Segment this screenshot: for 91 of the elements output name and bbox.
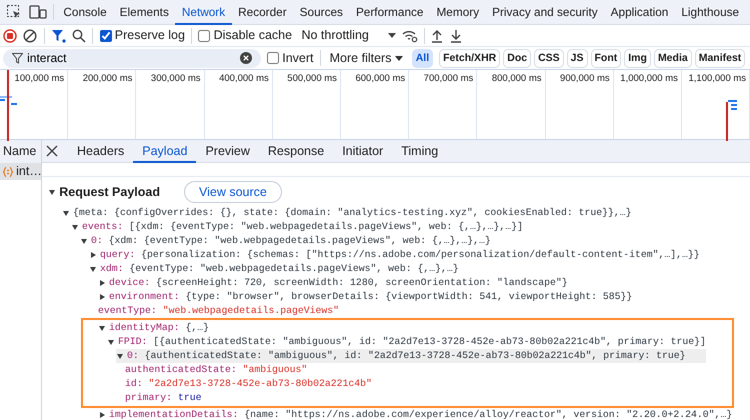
- tree-entry[interactable]: xdm: {eventType: "web.webpagedetails.pageViews", web: {,…},…}: [100, 262, 459, 276]
- detail-tab[interactable]: Timing: [392, 140, 448, 162]
- timeline-tick-label: 200,000 ms: [82, 73, 132, 84]
- panel-tab[interactable]: Privacy and security: [486, 0, 604, 24]
- type-filter-chip[interactable]: All: [412, 48, 434, 68]
- detail-tab[interactable]: Headers: [68, 140, 134, 162]
- timeline-tick-label: 400,000 ms: [219, 73, 269, 84]
- tree-entry[interactable]: device: {screenHeight: 720, screenWidth: 1280, screenOrientation: "landscape"}: [109, 276, 568, 290]
- timeline-tick-label: 1,100,000 ms: [688, 73, 746, 84]
- filter-icon: [12, 52, 24, 64]
- upload-icon[interactable]: [431, 28, 444, 42]
- tree-entry[interactable]: implementationDetails: {name: "https://ns.adobe.com/experience/alloy/reactor", version: "2.20.0+2.24.0",…}: [109, 408, 732, 420]
- timeline-tick-label: 600,000 ms: [355, 73, 406, 84]
- filter-field[interactable]: interact: [3, 48, 262, 68]
- more-filters-dropdown[interactable]: More filters: [330, 48, 403, 68]
- type-filter-chip[interactable]: Doc: [503, 48, 532, 68]
- tree-entry: eventType: "web.webpagedetails.pageViews": [98, 304, 340, 318]
- column-header: Name: [0, 140, 41, 163]
- panel-tab[interactable]: Application: [604, 0, 675, 24]
- tree-entry[interactable]: {meta: {configOverrides: {}, state: {domain: "analytics-testing.xyz", cookiesEnabled: true}},…}: [73, 206, 632, 220]
- panel-tab[interactable]: Network: [175, 0, 232, 24]
- caret-icon[interactable]: [117, 354, 123, 358]
- panel-tab[interactable]: Performance: [349, 0, 430, 24]
- panel-tab[interactable]: Recorder: [232, 0, 294, 24]
- device-toolbar-icon[interactable]: [28, 4, 46, 20]
- detail-tab[interactable]: Preview: [196, 140, 259, 162]
- timeline-tick-label: 700,000 ms: [424, 73, 474, 84]
- panel-tab[interactable]: Lighthouse: [674, 0, 746, 24]
- type-filter-chip[interactable]: Fetch/XHR: [439, 48, 500, 68]
- caret-icon[interactable]: [63, 210, 69, 216]
- tree-entry[interactable]: events: [{xdm: {eventType: "web.webpagedetails.pageViews", web: {,…},…},…}]: [82, 220, 523, 234]
- checkbox-label: Preserve log: [114, 27, 185, 44]
- load-event-line: [7, 70, 9, 141]
- tree-entry[interactable]: query: {personalization: {schemas: ["https://ns.adobe.com/personalization/default-content-item",…],…}}: [100, 248, 700, 262]
- caret-icon[interactable]: [91, 252, 96, 258]
- tree-entry: primary: true: [125, 391, 202, 405]
- panel-tab[interactable]: Console: [56, 0, 114, 24]
- detail-tab[interactable]: Payload: [133, 140, 196, 162]
- type-filter-chip[interactable]: CSS: [534, 48, 564, 68]
- filter-icon[interactable]: [50, 28, 66, 42]
- clear-field-icon[interactable]: [240, 52, 252, 64]
- request-bars-drawing: [0, 96, 17, 105]
- tree-entry: authenticatedState: "ambiguous": [125, 363, 308, 377]
- download-icon[interactable]: [450, 28, 462, 42]
- detail-tab[interactable]: Initiator: [333, 140, 392, 162]
- timeline-tick-label: 1,000,000 ms: [620, 73, 678, 84]
- caret-icon[interactable]: [81, 238, 87, 244]
- type-filter-chip[interactable]: JS: [566, 48, 588, 68]
- request-row[interactable]: int…: [0, 163, 41, 180]
- type-filter-chip[interactable]: Manifest: [694, 48, 746, 68]
- dropdown-caret-icon: [394, 56, 403, 60]
- caret-icon[interactable]: [100, 294, 105, 300]
- caret-icon[interactable]: [100, 280, 105, 286]
- tree-entry[interactable]: identityMap: {,…}: [109, 321, 209, 335]
- view-source-button[interactable]: View source: [184, 180, 282, 204]
- type-filter-chip[interactable]: Font: [590, 48, 622, 68]
- timeline-tick-label: 800,000 ms: [492, 73, 542, 84]
- checkbox-label: Invert: [282, 50, 314, 67]
- panel-tab[interactable]: Elements: [113, 0, 176, 24]
- network-conditions-icon[interactable]: [402, 28, 418, 42]
- panel-tab[interactable]: Sources: [293, 0, 350, 24]
- tree-entry[interactable]: FPID: [{authenticatedState: "ambiguous", id: "2a2d7e13-3728-452e-ab73-80b02a221c4b", primary: true}]: [118, 335, 706, 349]
- checkbox[interactable]: [100, 30, 112, 42]
- record-stop-icon[interactable]: [3, 28, 18, 42]
- caret-icon[interactable]: [100, 412, 105, 418]
- caret-icon[interactable]: [99, 326, 105, 330]
- dropdown-caret-icon: [388, 33, 396, 38]
- inspect-icon[interactable]: [6, 4, 22, 20]
- request-bars-drawing: [728, 100, 737, 110]
- type-filter-chip[interactable]: Img: [624, 48, 651, 68]
- panel-tab[interactable]: Memory: [430, 0, 486, 24]
- caret-icon[interactable]: [90, 266, 96, 272]
- tree-entry[interactable]: 0: {xdm: {eventType: "web.webpagedetails.pageViews", web: {,…},…},…}: [91, 234, 491, 248]
- timeline-tick-label: 900,000 ms: [560, 73, 610, 84]
- type-filter-chip[interactable]: Media: [654, 48, 692, 68]
- throttling-dropdown[interactable]: No throttling: [301, 26, 396, 45]
- tree-entry: id: "2a2d7e13-3728-452e-ab73-80b02a221c4b": [125, 377, 372, 391]
- timeline-tick-label: 100,000 ms: [14, 73, 64, 84]
- timeline-tick-label: 500,000 ms: [287, 73, 337, 84]
- caret-icon[interactable]: [72, 224, 78, 230]
- search-icon[interactable]: [72, 28, 86, 42]
- detail-tab[interactable]: Response: [258, 140, 334, 162]
- load-event-line: [726, 102, 728, 141]
- section-header[interactable]: Request Payload: [48, 182, 160, 202]
- timeline-tick-label: 300,000 ms: [150, 73, 201, 84]
- json-file-icon: [3, 166, 13, 176]
- checkbox[interactable]: [198, 30, 210, 42]
- clear-icon[interactable]: [23, 28, 38, 42]
- tree-entry[interactable]: environment: {type: "browser", browserDetails: {viewportWidth: 541, viewportHeight: 585}}: [109, 290, 632, 304]
- checkbox-label: Disable cache: [214, 27, 292, 44]
- checkbox[interactable]: [267, 52, 280, 64]
